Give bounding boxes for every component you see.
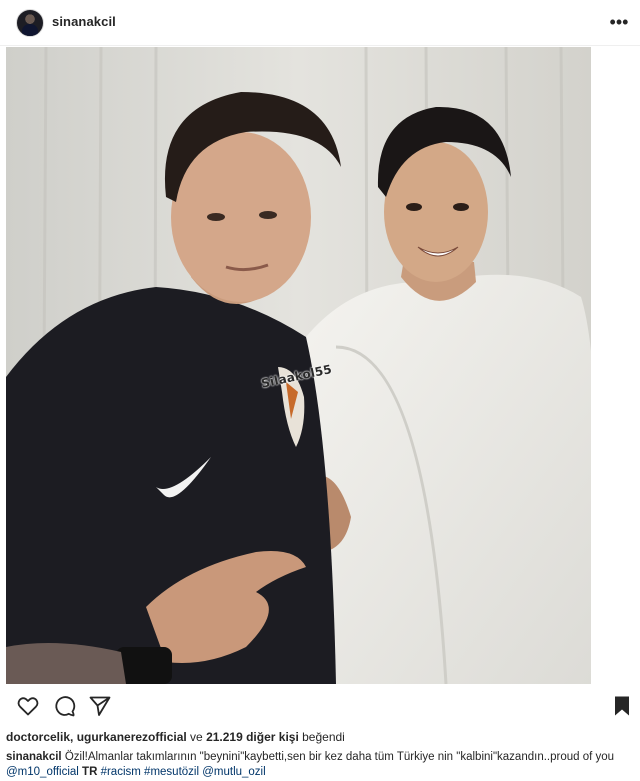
caption-flag: TR	[78, 766, 101, 778]
photo-illustration	[6, 47, 591, 684]
caption-line-1: sinanakcil Özil!Almanlar takımlarının "b…	[6, 750, 636, 765]
post-username[interactable]: sinanakcil	[52, 14, 116, 29]
caption-author[interactable]: sinanakcil	[6, 751, 62, 763]
caption-mention[interactable]: @mutlu_ozil	[202, 766, 265, 778]
caption-line-2: @m10_official TR #racism #mesutözil @mut…	[6, 765, 636, 780]
post-actions	[0, 688, 640, 724]
caption-mention[interactable]: @m10_official	[6, 766, 79, 778]
heart-icon[interactable]	[16, 694, 40, 718]
post-header: sinanakcil •••	[0, 0, 640, 46]
more-options-icon[interactable]: •••	[608, 12, 630, 32]
bookmark-icon[interactable]	[610, 694, 634, 718]
post-caption: sinanakcil Özil!Almanlar takımlarının "b…	[6, 750, 636, 780]
likes-count[interactable]: 21.219 diğer kişi	[206, 730, 299, 744]
comment-icon[interactable]	[52, 694, 76, 718]
caption-hashtag[interactable]: #mesutözil	[144, 766, 199, 778]
caption-hashtag[interactable]: #racism	[101, 766, 141, 778]
likes-suffix: beğendi	[298, 730, 345, 744]
share-icon[interactable]	[88, 694, 112, 718]
liked-by-users[interactable]: doctorcelik, ugurkanerezofficial	[6, 730, 187, 744]
caption-text: Özil!Almanlar takımlarının "beynini"kayb…	[61, 751, 615, 763]
post-photo[interactable]: Silaakol55	[6, 47, 591, 684]
avatar[interactable]	[16, 9, 44, 37]
likes-connector: ve	[186, 730, 207, 744]
likes-summary: doctorcelik, ugurkanerezofficial ve 21.2…	[6, 730, 345, 744]
